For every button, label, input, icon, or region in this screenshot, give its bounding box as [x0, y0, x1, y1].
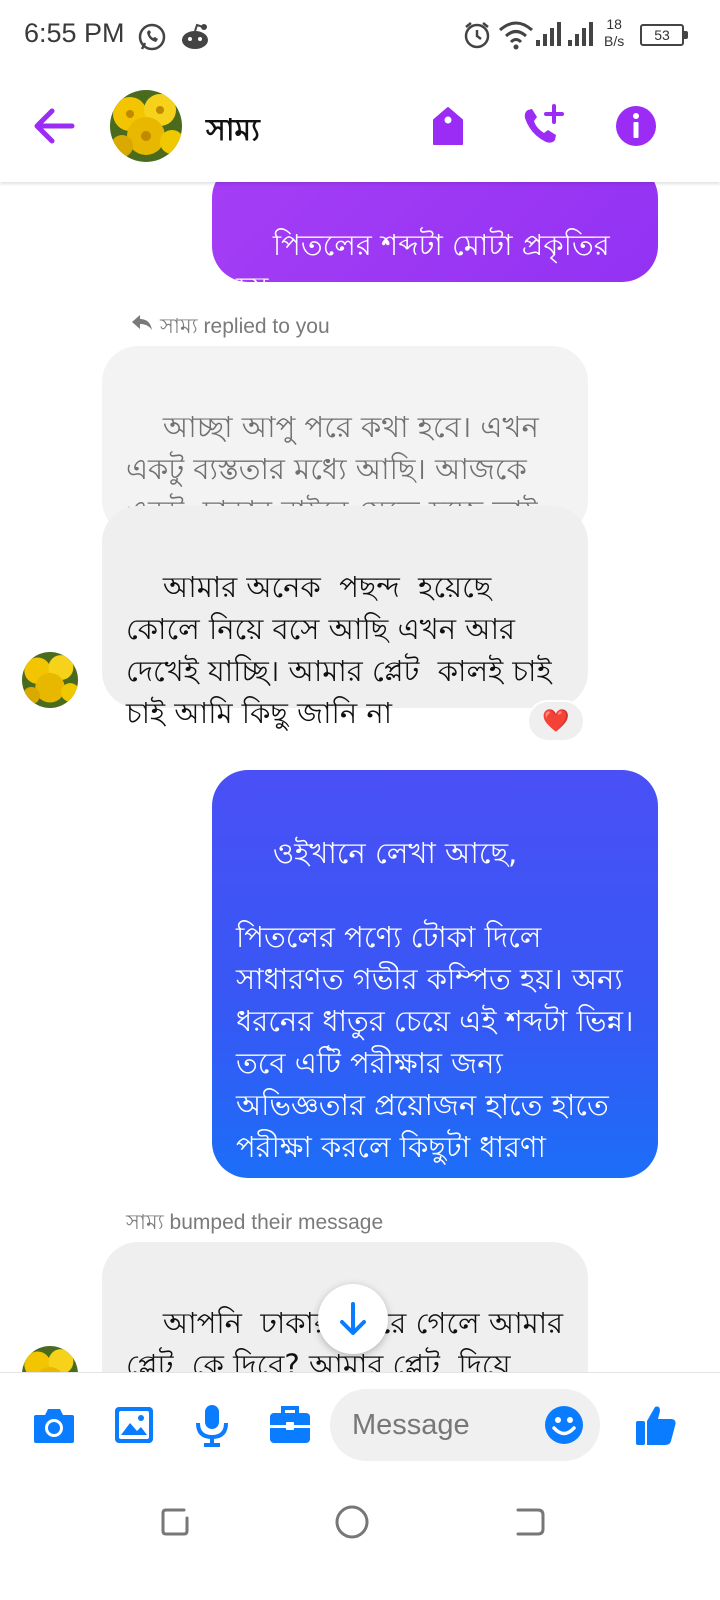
- marigold-image: [22, 1346, 78, 1372]
- reddit-icon: [182, 23, 208, 49]
- composer-bar: [0, 1372, 720, 1482]
- status-bar: 6:55 PM 18 B/s 53: [0, 0, 720, 72]
- back-nav-icon[interactable]: [512, 1504, 548, 1540]
- marigold-image: [22, 652, 78, 708]
- heart-reaction[interactable]: ❤️: [527, 700, 585, 742]
- signal-2-icon: [568, 22, 593, 46]
- wifi-icon: [499, 21, 533, 50]
- conversation-header: সাম্য: [0, 72, 720, 182]
- recents-nav-icon[interactable]: [158, 1504, 194, 1540]
- outgoing-message-partial-text: পিতলের শব্দটা মোটা প্রকৃতির হয়: [236, 228, 619, 304]
- bump-note: সাম্য bumped their message: [126, 1211, 384, 1234]
- arrow-down-icon: [340, 1302, 366, 1335]
- whatsapp-icon: [138, 23, 166, 51]
- outgoing-message[interactable]: ওইখানে লেখা আছে, পিতলের পণ্যে টোকা দিলে …: [212, 770, 658, 1206]
- contact-avatar[interactable]: [110, 90, 182, 162]
- info-icon[interactable]: [612, 102, 660, 150]
- emoji-icon[interactable]: [544, 1405, 584, 1445]
- add-call-icon[interactable]: [518, 102, 566, 150]
- scroll-to-bottom-button[interactable]: [318, 1284, 388, 1354]
- microphone-icon[interactable]: [188, 1401, 236, 1449]
- heart-reaction-icon: ❤️: [542, 708, 570, 734]
- outgoing-message-partial[interactable]: পিতলের শব্দটা মোটা প্রকৃতির হয়: [212, 182, 658, 304]
- sender-avatar-bottom[interactable]: [22, 1346, 78, 1372]
- system-nav-bar: [0, 1482, 720, 1600]
- marigold-image: [110, 90, 182, 162]
- message-thread[interactable]: পিতলের শব্দটা মোটা প্রকৃতির হয় সাম্য re…: [0, 182, 720, 1372]
- home-nav-icon[interactable]: [334, 1504, 370, 1540]
- reply-note: সাম্য replied to you: [160, 315, 330, 338]
- alarm-icon: [464, 22, 490, 49]
- gallery-icon[interactable]: [110, 1401, 158, 1449]
- reply-arrow-icon: [132, 315, 152, 330]
- camera-icon[interactable]: [30, 1401, 78, 1449]
- signal-1-icon: [536, 22, 561, 46]
- tag-icon[interactable]: [424, 102, 472, 150]
- outgoing-message-text: ওইখানে লেখা আছে, পিতলের পণ্যে টোকা দিলে …: [236, 836, 634, 1206]
- status-time: 6:55 PM: [24, 18, 125, 48]
- incoming-message-reply[interactable]: আমার অনেক পছন্দ হয়েছে কোলে নিয়ে বসে আছ…: [102, 506, 588, 730]
- contact-name[interactable]: সাম্য: [206, 106, 260, 157]
- back-arrow-icon[interactable]: [32, 106, 76, 146]
- toolbox-icon[interactable]: [266, 1401, 314, 1449]
- network-speed: 18 B/s: [604, 16, 624, 50]
- incoming-message-reply-text: আমার অনেক পছন্দ হয়েছে কোলে নিয়ে বসে আছ…: [126, 570, 561, 730]
- network-speed-value: 18: [606, 16, 622, 32]
- network-speed-unit: B/s: [604, 33, 625, 49]
- message-input[interactable]: [352, 1405, 532, 1445]
- sender-avatar[interactable]: [22, 652, 78, 708]
- battery-indicator: 53: [640, 24, 688, 46]
- message-field[interactable]: [330, 1389, 600, 1461]
- thumbs-up-icon[interactable]: [632, 1401, 680, 1449]
